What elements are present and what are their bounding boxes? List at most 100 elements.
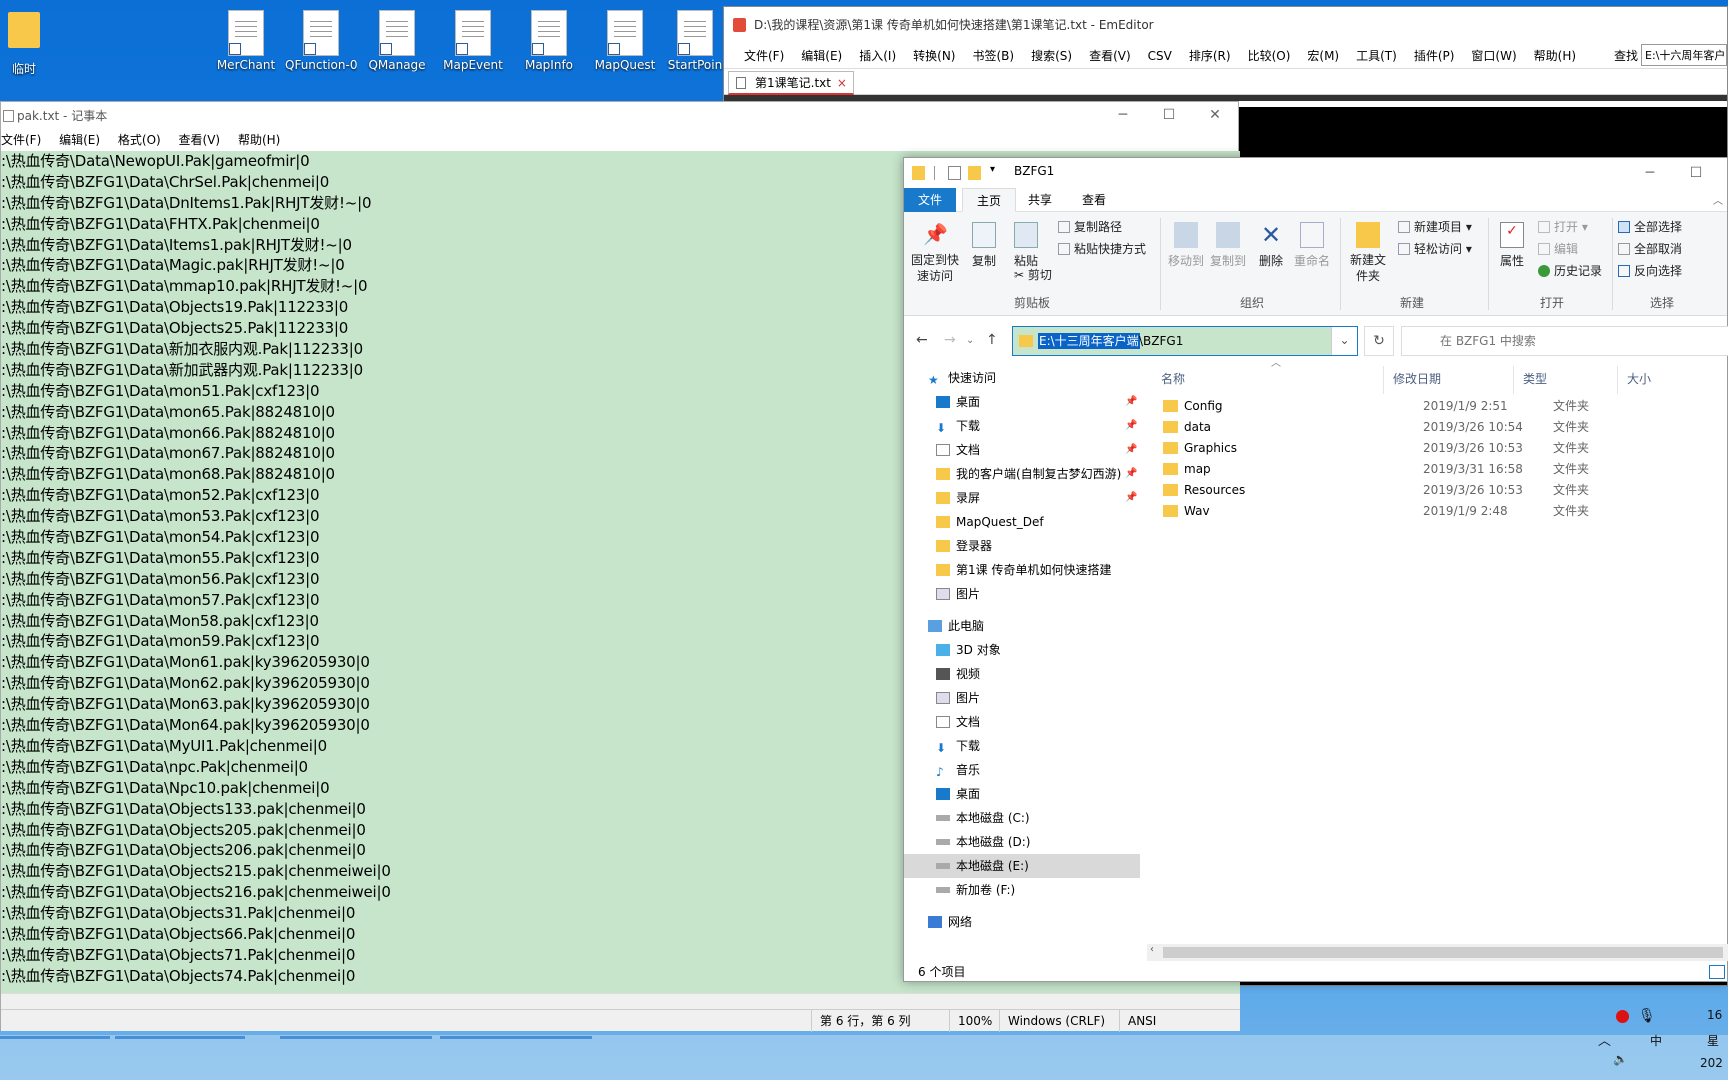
desktop-icon-mapinfo[interactable]: MapInfo [513, 8, 585, 78]
np-menu-view[interactable]: 查看(V) [179, 133, 221, 147]
desktop-icon-qmanage[interactable]: QManage [361, 8, 433, 78]
select-none-button[interactable]: 全部取消 [1618, 240, 1682, 257]
paste-button[interactable]: 粘贴 [1008, 222, 1044, 269]
em-menu-macro[interactable]: 宏(M) [1307, 47, 1339, 64]
desktop-icon-temp-folder[interactable]: 临时 [0, 8, 60, 78]
em-menu-edit[interactable]: 编辑(E) [801, 47, 842, 64]
tree-item[interactable]: ★ 快速访问 [904, 366, 996, 390]
volume-icon[interactable]: 🔈 [1613, 1052, 1628, 1066]
clock-date[interactable]: 202 [1700, 1056, 1723, 1070]
close-icon[interactable]: ✕ [1192, 102, 1238, 130]
close-icon[interactable]: ✕ [1711, 160, 1728, 188]
tree-item[interactable]: 文档 [904, 710, 980, 734]
tree-item[interactable]: 视频 [904, 662, 980, 686]
chevron-down-icon[interactable]: ▾ [990, 164, 995, 175]
em-menu-sort[interactable]: 排序(R) [1189, 47, 1231, 64]
select-all-button[interactable]: 全部选择 [1618, 218, 1682, 235]
pin-icon[interactable]: 📌 [1125, 444, 1137, 455]
new-folder-button[interactable]: 新建文件夹 [1348, 222, 1388, 284]
pin-icon[interactable]: 📌 [1125, 420, 1137, 431]
properties-icon[interactable] [948, 166, 961, 180]
invert-selection-button[interactable]: 反向选择 [1618, 262, 1682, 279]
move-to-button[interactable]: 移动到 [1166, 222, 1206, 269]
tree-item[interactable]: 文档 [904, 438, 980, 462]
desktop-icon-startpoint[interactable]: StartPoin [665, 8, 725, 78]
em-menu-help[interactable]: 帮助(H) [1534, 47, 1576, 64]
np-menu-help[interactable]: 帮助(H) [238, 133, 280, 147]
chevron-down-icon[interactable]: ⌄ [1331, 327, 1357, 355]
tree-item[interactable]: 桌面 [904, 390, 980, 414]
search-input[interactable] [1401, 326, 1728, 356]
em-menu-csv[interactable]: CSV [1148, 49, 1172, 63]
tab-home[interactable]: 主页 [962, 188, 1017, 212]
em-menu-file[interactable]: 文件(F) [744, 47, 784, 64]
properties-button[interactable]: ✓ 属性 [1494, 222, 1530, 269]
up-arrow-icon[interactable]: ↑ [986, 332, 998, 348]
np-menu-format[interactable]: 格式(O) [118, 133, 161, 147]
tree-item[interactable]: ⬇ 下载 [904, 414, 980, 438]
tree-item[interactable]: ⬇ 下载 [904, 734, 980, 758]
explorer-titlebar[interactable]: ▾ BZFG1 ─ ☐ ✕ [904, 158, 1727, 188]
delete-button[interactable]: ✕ 删除 [1256, 222, 1286, 269]
em-tab-notes[interactable]: 第1课笔记.txt × [728, 71, 854, 95]
paste-shortcut-button[interactable]: 粘贴快捷方式 [1058, 240, 1146, 257]
tree-item[interactable]: 我的客户端(自制复古梦幻西游) [904, 462, 1121, 486]
pin-icon[interactable]: 📌 [1125, 396, 1137, 407]
address-bar[interactable]: E:\十三周年客户端 \BZFG1 ⌄ [1012, 326, 1358, 356]
tree-item[interactable]: 本地磁盘 (E:) [904, 854, 1140, 878]
tree-item[interactable]: 3D 对象 [904, 638, 1001, 662]
tree-item[interactable]: ♪ 音乐 [904, 758, 980, 782]
refresh-icon[interactable]: ↻ [1364, 326, 1394, 356]
desktop-icon-qfunction[interactable]: QFunction-0 [285, 8, 357, 78]
ime-indicator[interactable]: 中 [1650, 1032, 1662, 1049]
back-arrow-icon[interactable]: ← [916, 332, 928, 348]
em-menu-bookmark[interactable]: 书签(B) [972, 47, 1014, 64]
copy-path-button[interactable]: 复制路径 [1058, 218, 1122, 235]
easy-access-button[interactable]: 轻松访问 ▾ [1398, 240, 1472, 257]
rename-button[interactable]: 重命名 [1292, 222, 1332, 269]
column-separator[interactable] [1513, 366, 1514, 394]
desktop-icon-merchant[interactable]: MerChant [210, 8, 282, 78]
file-row[interactable]: data 2019/3/26 10:54 文件夹 [1147, 417, 1728, 438]
em-menu-view[interactable]: 查看(V) [1089, 47, 1131, 64]
column-header-date[interactable]: 修改日期 [1393, 370, 1441, 387]
taskbar-item-indicator[interactable] [280, 1036, 432, 1039]
em-menu-plugins[interactable]: 插件(P) [1414, 47, 1455, 64]
column-header-size[interactable]: 大小 [1627, 370, 1651, 387]
tree-item[interactable]: 第1课 传奇单机如何快速搭建 [904, 558, 1111, 582]
column-separator[interactable] [1383, 366, 1384, 394]
clock-time[interactable]: 16 [1707, 1008, 1722, 1022]
tab-view[interactable]: 查看 [1068, 188, 1120, 212]
new-item-button[interactable]: 新建项目 ▾ [1398, 218, 1472, 235]
tree-item[interactable]: 新加卷 (F:) [904, 878, 1015, 902]
tree-item[interactable]: 桌面 [904, 782, 980, 806]
record-icon[interactable] [1616, 1010, 1629, 1023]
em-menu-tools[interactable]: 工具(T) [1356, 47, 1397, 64]
pin-icon[interactable]: 📌 [1125, 468, 1137, 479]
tree-item[interactable]: MapQuest_Def [904, 510, 1044, 534]
microphone-icon[interactable]: 🎙 [1638, 1008, 1656, 1024]
tree-item[interactable]: 登录器 [904, 534, 992, 558]
em-menu-insert[interactable]: 插入(I) [859, 47, 896, 64]
clock-day[interactable]: 星 [1707, 1032, 1719, 1049]
minimize-icon[interactable]: ─ [1627, 160, 1673, 188]
scroll-left-icon[interactable]: ‹ [1150, 944, 1154, 955]
chevron-up-icon[interactable]: ︿ [1598, 1030, 1611, 1049]
tree-item[interactable]: 本地磁盘 (D:) [904, 830, 1030, 854]
details-view-icon[interactable] [1709, 965, 1725, 979]
close-icon[interactable]: × [837, 72, 847, 94]
np-menu-file[interactable]: 文件(F) [1, 133, 41, 147]
chevron-up-icon[interactable]: ︿ [1713, 192, 1723, 207]
tree-item[interactable]: 录屏 [904, 486, 980, 510]
em-menu-search[interactable]: 搜索(S) [1031, 47, 1072, 64]
chevron-down-icon[interactable]: ⌄ [966, 335, 974, 346]
file-row[interactable]: map 2019/3/31 16:58 文件夹 [1147, 459, 1728, 480]
em-menu-convert[interactable]: 转换(N) [913, 47, 955, 64]
copy-button[interactable]: 复制 [966, 222, 1002, 269]
file-list-horizontal-scrollbar[interactable]: ‹ [1147, 944, 1728, 961]
copy-to-button[interactable]: 复制到 [1208, 222, 1248, 269]
forward-arrow-icon[interactable]: → [944, 332, 956, 348]
tree-item[interactable]: 图片 [904, 686, 980, 710]
pin-quick-access-button[interactable]: 📌 固定到快速访问 [910, 222, 960, 284]
minimize-icon[interactable]: ─ [1100, 102, 1146, 130]
